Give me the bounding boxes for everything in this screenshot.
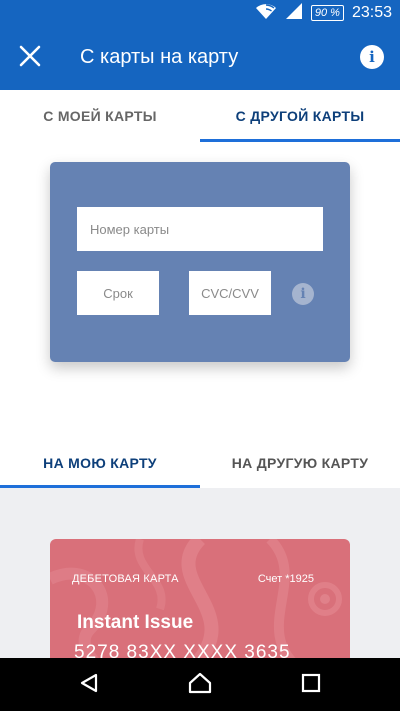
home-icon bbox=[188, 672, 212, 699]
card-number: 5278 83XX XXXX 3635 bbox=[74, 642, 291, 658]
info-icon[interactable]: i bbox=[360, 45, 384, 69]
signal-icon bbox=[285, 2, 303, 25]
back-button[interactable] bbox=[75, 671, 103, 699]
clock: 23:53 bbox=[351, 4, 392, 21]
source-tabs: С МОЕЙ КАРТЫ С ДРУГОЙ КАРТЫ bbox=[0, 90, 400, 142]
card-account-label: Счет *1925 bbox=[257, 573, 314, 585]
tab-from-my-card[interactable]: С МОЕЙ КАРТЫ bbox=[0, 90, 200, 142]
card-name: Instant Issue bbox=[77, 612, 194, 633]
app-bar: С карты на карту i bbox=[0, 26, 400, 90]
tab-to-other-card[interactable]: НА ДРУГУЮ КАРТУ bbox=[200, 437, 400, 488]
tab-from-other-card[interactable]: С ДРУГОЙ КАРТЫ bbox=[200, 90, 400, 142]
home-button[interactable] bbox=[186, 671, 214, 699]
battery-icon: 90 % bbox=[310, 5, 344, 21]
tab-to-my-card[interactable]: НА МОЮ КАРТУ bbox=[0, 437, 200, 488]
source-card-form: i bbox=[50, 162, 350, 362]
expiry-input[interactable] bbox=[77, 271, 159, 315]
status-icons: 90 % 23:53 bbox=[255, 2, 392, 25]
debit-card[interactable]: ДЕБЕТОВАЯ КАРТА Счет *1925 Instant Issue… bbox=[50, 539, 350, 658]
status-bar: 90 % 23:53 bbox=[0, 0, 400, 26]
recent-apps-button[interactable] bbox=[297, 671, 325, 699]
cvc-info-icon[interactable]: i bbox=[292, 283, 314, 305]
cvc-input[interactable] bbox=[189, 271, 271, 315]
back-icon bbox=[78, 672, 100, 699]
page-title: С карты на карту bbox=[80, 46, 239, 68]
card-type-label: ДЕБЕТОВАЯ КАРТА bbox=[72, 573, 179, 585]
destination-card-area: ДЕБЕТОВАЯ КАРТА Счет *1925 Instant Issue… bbox=[0, 488, 400, 658]
card-pattern bbox=[50, 539, 342, 658]
recent-apps-icon bbox=[301, 673, 321, 698]
navigation-bar bbox=[0, 658, 400, 711]
source-card-area: i bbox=[0, 142, 400, 437]
close-icon bbox=[19, 45, 41, 72]
close-button[interactable] bbox=[14, 42, 46, 74]
destination-tabs: НА МОЮ КАРТУ НА ДРУГУЮ КАРТУ bbox=[0, 437, 400, 488]
card-number-input[interactable] bbox=[77, 207, 323, 251]
wifi-icon bbox=[255, 2, 277, 25]
